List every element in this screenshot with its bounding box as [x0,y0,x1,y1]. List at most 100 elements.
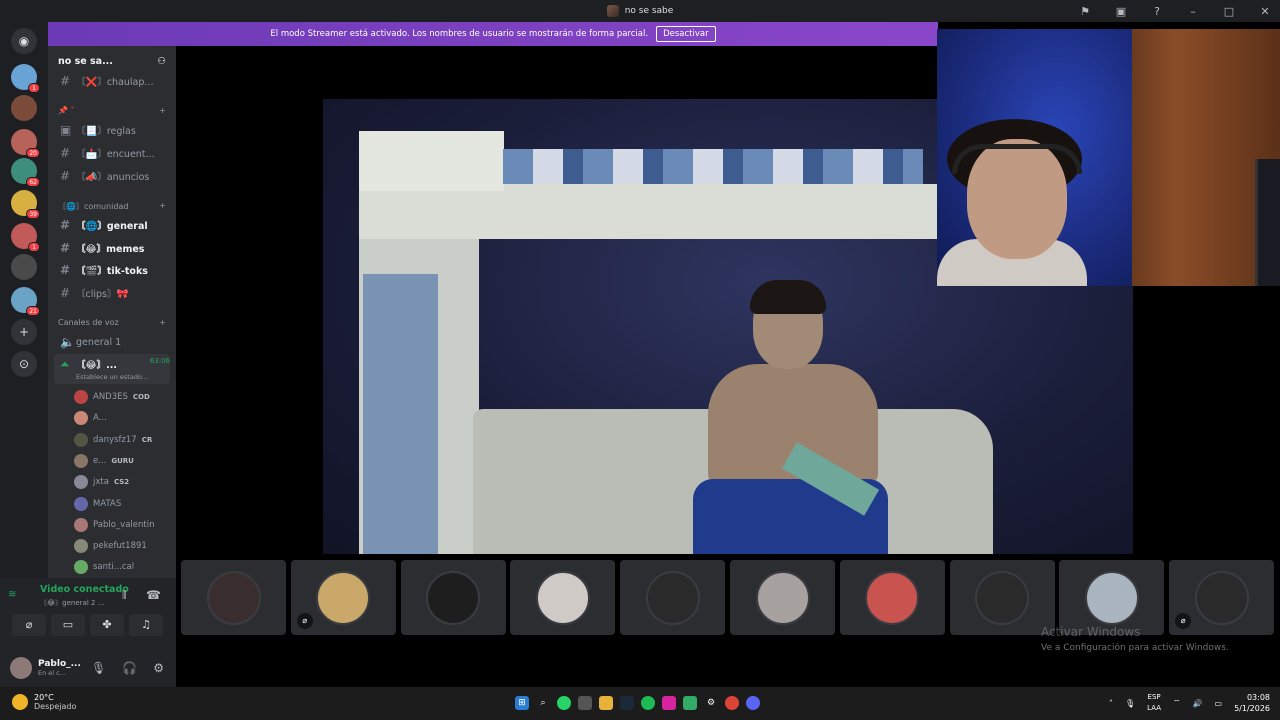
battery-icon[interactable]: ▭ [1215,699,1223,708]
disconnect-icon[interactable]: ☎ [146,588,161,602]
add-server-icon[interactable]: + [11,319,37,345]
weather-widget[interactable]: 20°C Despejado [12,693,76,711]
add-channel-icon[interactable]: + [159,318,166,327]
chrome-icon[interactable] [725,696,739,710]
voice-user[interactable]: santi...cal [74,557,170,577]
instagram-icon[interactable] [662,696,676,710]
voice-active-icon: ⏶ [60,357,70,371]
headphones-icon[interactable]: 🎧 [122,661,137,675]
voice-user[interactable]: A... [74,408,170,428]
app-icon[interactable] [683,696,697,710]
voice-channel-active[interactable]: ⏶ 〘😂〙... 63:06 Establece un estado... [54,354,170,384]
channel-label: general 1 [76,336,122,348]
participant-tile[interactable] [510,560,616,635]
participant-tile[interactable]: ⌀ [290,560,396,635]
server-icon[interactable]: 39 [11,190,40,219]
inbox-icon[interactable]: ⚑ [1078,5,1092,18]
spotify-icon[interactable] [641,696,655,710]
minimize-button[interactable]: – [1186,5,1200,18]
close-button[interactable]: ✕ [1258,5,1272,18]
moon-icon [12,694,28,710]
avatar [74,539,88,554]
maximize-button[interactable]: □ [1222,5,1236,18]
settings-gear-icon[interactable]: ⚙ [153,661,164,675]
invite-icon[interactable]: ⚇ [157,56,166,67]
camera-off-button[interactable]: ⌀ [12,614,46,636]
participant-tile[interactable] [620,560,726,635]
whatsapp-icon[interactable] [557,696,571,710]
deactivate-button[interactable]: Desactivar [656,26,716,42]
steam-icon[interactable] [620,696,634,710]
server-icon[interactable] [11,254,37,280]
mic-icon[interactable]: 🎙 [1125,699,1135,708]
channel-memes[interactable]: # 〘😂〙memes [54,239,170,257]
channel-tik-toks[interactable]: # 〘🎬〙tik-toks [54,261,170,279]
participant-tile[interactable]: ⌀ [1169,560,1275,635]
voice-user[interactable]: MATAS [74,494,170,514]
rules-icon: ▣ [60,123,72,137]
taskbar-apps: ⊞ ⌕ ⚙ [515,696,760,710]
participant-tile[interactable] [400,560,506,635]
wifi-icon[interactable]: ⌔ [1173,698,1181,708]
participant-tile[interactable] [181,560,286,635]
server-icon[interactable]: 20 [11,129,40,158]
search-icon[interactable]: ⌕ [536,696,550,710]
voice-user[interactable]: pekefut1891 [74,536,170,556]
channel-reglas[interactable]: ▣ 〘📃〙reglas [54,121,170,139]
server-icon[interactable] [11,95,37,121]
explore-icon[interactable]: ⊙ [11,351,37,377]
participant-tile[interactable] [949,560,1055,635]
clock[interactable]: 03:08 5/1/2026 [1234,692,1270,714]
channel-clips[interactable]: # 〘clips〙🎀 [54,284,170,302]
voice-user[interactable]: danysfz17 CR [74,430,170,450]
channel-label: 〘❌〙chaulap... [76,77,154,88]
microphone-icon[interactable]: 🎙 [91,661,106,675]
channel-chaulap[interactable]: # 〘❌〙chaulap... [54,72,170,90]
category-pinned[interactable]: 📌 ˅ + [58,106,166,115]
voice-user[interactable]: jxta CS2 [74,472,170,492]
help-icon[interactable]: ? [1150,5,1164,18]
voice-channel-general-1[interactable]: 🔈 general 1 [54,333,170,351]
server-icon[interactable]: 62 [11,158,40,187]
avatar[interactable] [10,656,32,679]
participant-tile[interactable] [1059,560,1165,635]
channel-encuentas[interactable]: # 〘📩〙encuent... [54,144,170,162]
participant-tile[interactable] [839,560,945,635]
participant-tile[interactable] [730,560,835,635]
discord-icon[interactable] [746,696,760,710]
voice-user[interactable]: Pablo_valentin [74,515,170,535]
user-panel: Pablo_... En el c... 🎙 🎧 ⚙ [0,648,176,687]
avatar [74,453,88,468]
channel-anuncios[interactable]: # 〘📣〙anuncios [54,167,170,185]
screen-share-button[interactable]: ▭ [51,614,85,636]
add-channel-icon[interactable]: + [159,201,166,212]
start-icon[interactable]: ⊞ [515,696,529,710]
voice-user[interactable]: AND3ES COD [74,387,170,407]
server-icon[interactable]: 21 [11,287,40,316]
chevron-up-icon[interactable]: ˄ [1109,699,1113,708]
folder-icon[interactable] [599,696,613,710]
channel-label: 〘📩〙encuent... [76,149,155,160]
channel-general[interactable]: # 〘🌐〙general [54,216,170,234]
app-icon[interactable] [578,696,592,710]
screen-icon[interactable]: ▣ [1114,5,1128,18]
volume-icon[interactable]: 🔊 [1193,699,1203,708]
add-channel-icon[interactable]: + [159,106,166,115]
server-icon[interactable]: 1 [11,64,40,93]
category-voice[interactable]: Canales de voz + [58,318,166,327]
noise-icon[interactable]: ⫼ [122,590,127,601]
language-indicator[interactable]: ESP LAA [1147,692,1161,714]
hash-icon: # [60,241,71,255]
voice-channel-name: 〘😂〙general 2 ... [40,599,105,607]
picture-in-picture-video[interactable] [937,29,1280,286]
avatar [1084,570,1139,625]
voice-user[interactable]: e... GURU [74,451,170,471]
streamer-mode-banner: El modo Streamer está activado. Los nomb… [48,22,938,46]
soundboard-button[interactable]: ♫ [129,614,163,636]
category-comunidad[interactable]: 〘🌐〙comunidad + [58,201,166,212]
activate-windows-subtitle: Ve a Configuración para activar Windows. [1041,643,1229,653]
activities-button[interactable]: ✤ [90,614,124,636]
settings-icon[interactable]: ⚙ [704,696,718,710]
discord-home-icon[interactable]: ◉ [11,28,37,54]
server-icon[interactable]: 1 [11,223,40,252]
